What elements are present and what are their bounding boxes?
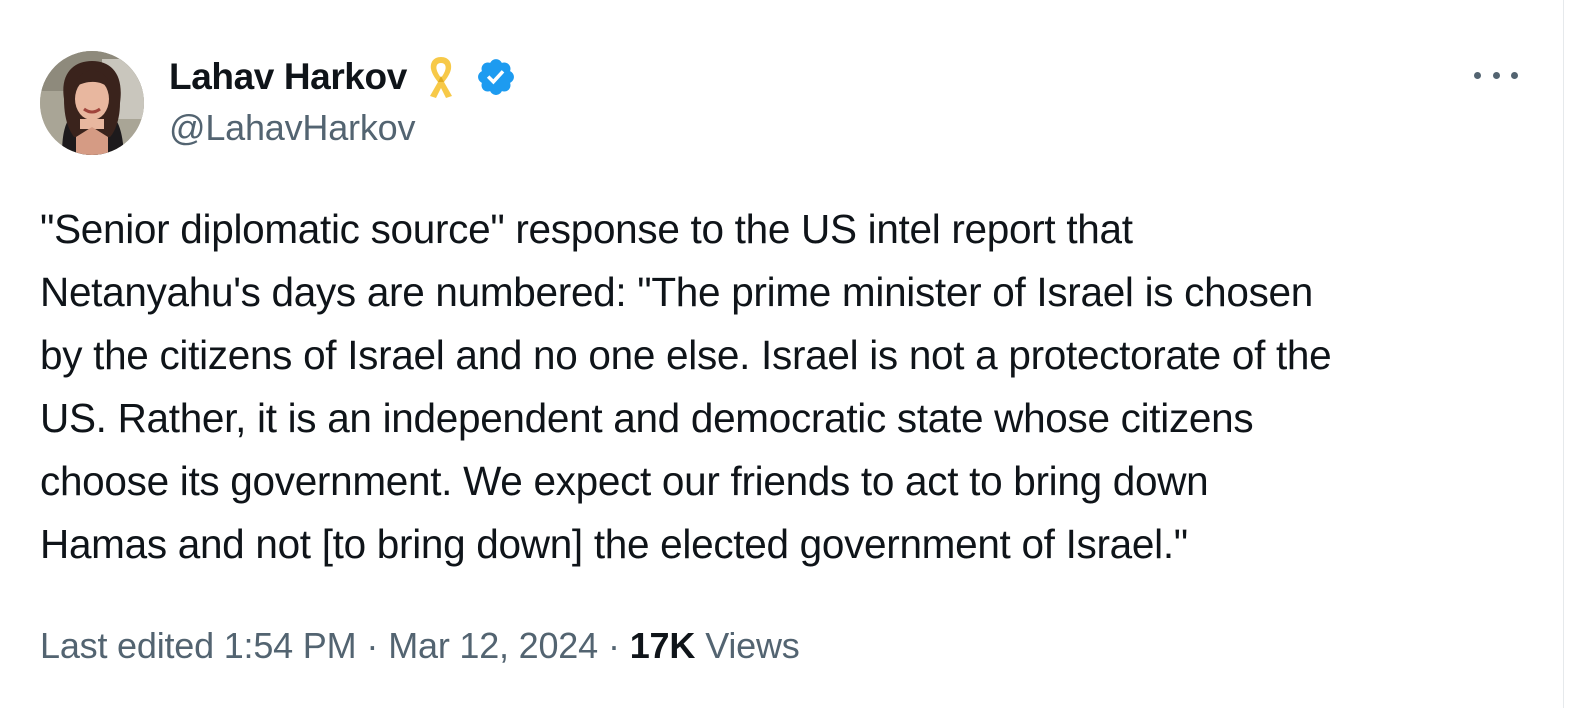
tweet-text: "Senior diplomatic source" response to t… <box>40 206 1332 567</box>
more-dot <box>1474 71 1481 79</box>
name-row: Lahav Harkov <box>169 51 517 103</box>
tweet-card: Lahav Harkov @LahavHarkov "Senior diplom… <box>40 50 1530 667</box>
views-label: Views <box>705 625 800 666</box>
author-handle[interactable]: @LahavHarkov <box>169 107 517 149</box>
author-display-name[interactable]: Lahav Harkov <box>169 56 407 98</box>
tweet-header: Lahav Harkov @LahavHarkov <box>40 50 1530 156</box>
verified-badge-icon[interactable] <box>475 56 517 98</box>
author-names: Lahav Harkov @LahavHarkov <box>169 51 517 149</box>
avatar[interactable] <box>40 51 144 155</box>
meta-separator: · <box>607 625 620 666</box>
more-options-icon[interactable] <box>1474 64 1518 86</box>
tweet-meta: Last edited 1:54 PM · Mar 12, 2024 · 17K… <box>40 625 1530 667</box>
tweet-date-link[interactable]: Mar 12, 2024 <box>388 625 598 667</box>
page-edge <box>1563 0 1582 708</box>
more-dot <box>1511 71 1518 79</box>
edited-timestamp-link[interactable]: Last edited 1:54 PM <box>40 625 357 667</box>
yellow-ribbon-icon <box>425 54 457 100</box>
meta-separator: · <box>366 625 379 666</box>
more-dot <box>1492 71 1500 79</box>
views-count[interactable]: 17K <box>630 625 696 667</box>
